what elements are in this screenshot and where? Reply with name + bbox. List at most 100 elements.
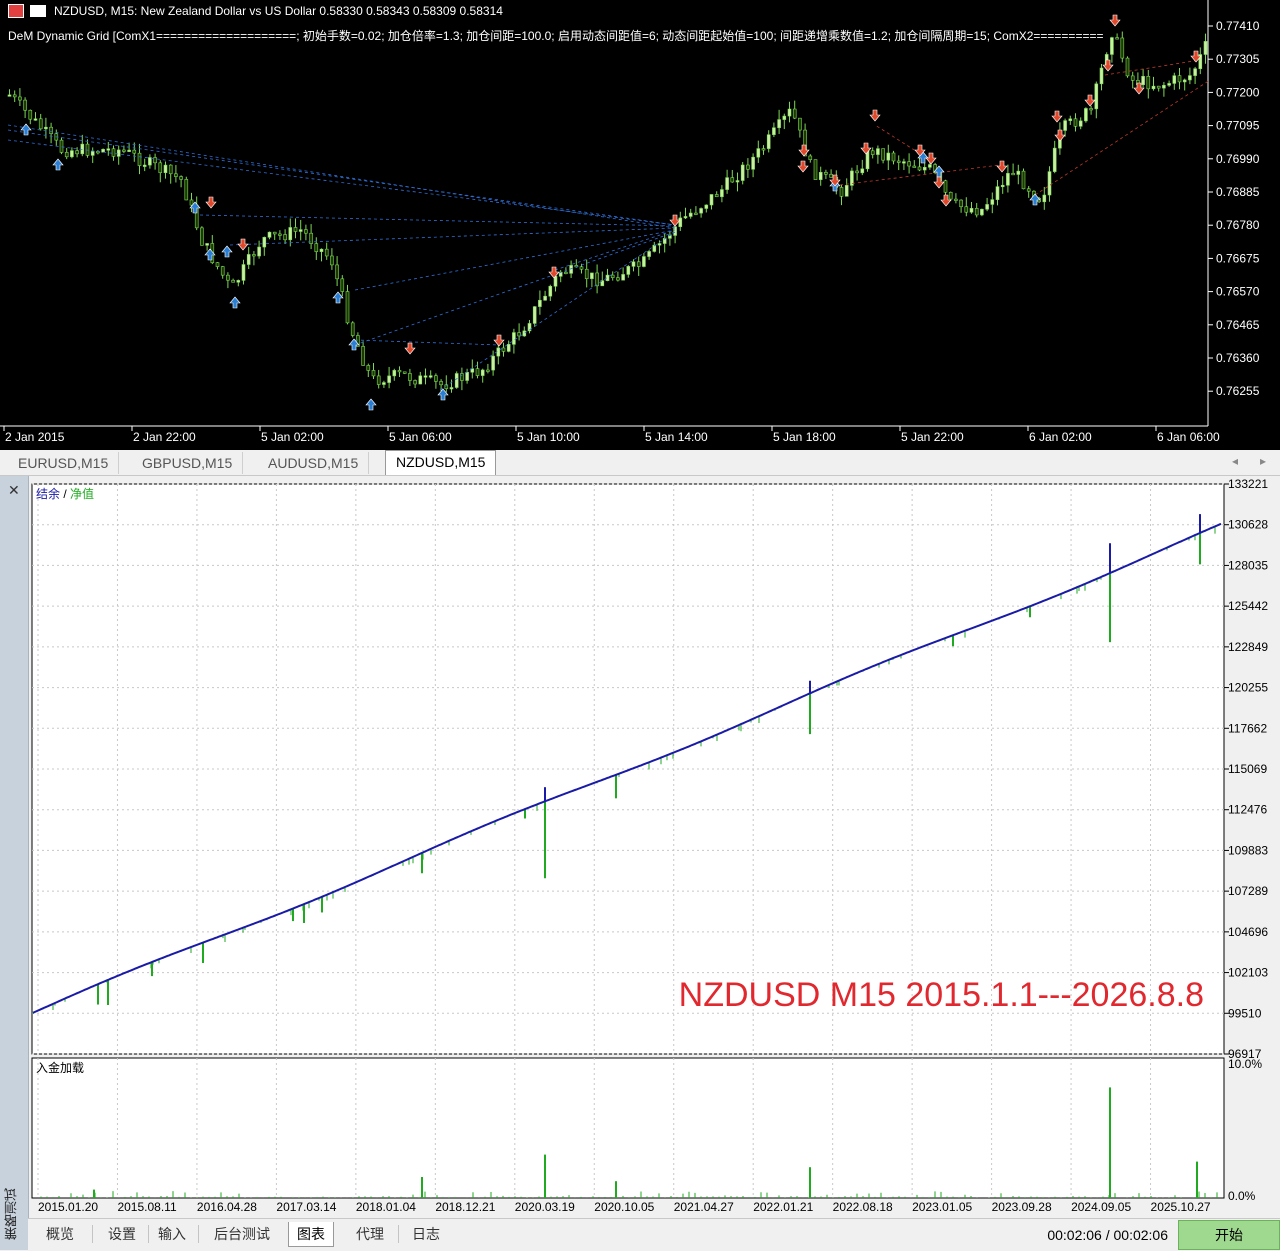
candle-body bbox=[720, 189, 724, 198]
candle-body bbox=[792, 108, 797, 119]
candle-body bbox=[148, 157, 152, 166]
candle-body bbox=[678, 217, 683, 228]
candle-body bbox=[1026, 188, 1031, 192]
candle-body bbox=[236, 280, 241, 283]
candle-body bbox=[1073, 118, 1078, 127]
tab-eurusd[interactable]: EURUSD,M15 bbox=[8, 452, 120, 474]
candle-body bbox=[844, 185, 849, 197]
buy-arrow-icon bbox=[1029, 193, 1041, 206]
candle-body bbox=[1063, 120, 1067, 131]
x-tick-label: 2023.09.28 bbox=[992, 1200, 1052, 1214]
tab-journal[interactable]: 日志 bbox=[404, 1222, 448, 1246]
tab-audusd[interactable]: AUDUSD,M15 bbox=[258, 452, 370, 474]
x-tick-label: 2018.01.04 bbox=[356, 1200, 416, 1214]
deposit-min-label: 0.0% bbox=[1228, 1189, 1256, 1203]
y-tick-label: 130628 bbox=[1228, 518, 1268, 532]
candle-body bbox=[881, 148, 885, 161]
candle-body bbox=[345, 291, 350, 324]
tab-scroll-right-icon[interactable]: ▸ bbox=[1260, 454, 1266, 468]
tab-gbpusd[interactable]: GBPUSD,M15 bbox=[132, 452, 244, 474]
candle-body bbox=[1052, 147, 1057, 172]
price-label: 0.76255 bbox=[1216, 384, 1260, 398]
candle-body bbox=[350, 322, 355, 336]
candle-body bbox=[1162, 85, 1166, 89]
sell-arrow-icon bbox=[237, 238, 249, 251]
candle-body bbox=[527, 323, 532, 332]
price-label: 0.76465 bbox=[1216, 318, 1260, 332]
time-label: 5 Jan 06:00 bbox=[389, 430, 452, 444]
buy-arrow-icon bbox=[221, 245, 233, 258]
x-tick-label: 2023.01.05 bbox=[912, 1200, 972, 1214]
trade-line bbox=[354, 339, 501, 346]
candle-body bbox=[200, 227, 204, 246]
candle-body bbox=[714, 194, 719, 198]
candle-body bbox=[283, 234, 287, 241]
candle-body bbox=[985, 204, 989, 210]
candle-body bbox=[808, 155, 813, 160]
time-label: 6 Jan 06:00 bbox=[1157, 430, 1220, 444]
candle-body bbox=[1089, 108, 1093, 111]
y-tick-label: 133221 bbox=[1228, 477, 1268, 491]
chart-trade-icon[interactable] bbox=[30, 5, 46, 17]
time-label: 2 Jan 2015 bbox=[5, 430, 65, 444]
candle-body bbox=[142, 164, 147, 167]
candle-body bbox=[595, 272, 599, 287]
trade-line bbox=[439, 231, 676, 391]
candle-body bbox=[1078, 120, 1083, 127]
chart-watermark: NZDUSD M15 2015.1.1---2026.8.8 bbox=[679, 976, 1204, 1014]
candle-body bbox=[382, 382, 386, 385]
tab-agents[interactable]: 代理 bbox=[348, 1222, 392, 1246]
candle-body bbox=[298, 229, 303, 232]
candle-body bbox=[579, 266, 584, 270]
deposit-plot-area bbox=[31, 1057, 1225, 1199]
price-chart[interactable]: 0.77410 0.77305 0.77200 0.77095 0.76990 0.768… bbox=[0, 0, 1280, 450]
candle-body bbox=[1000, 184, 1005, 188]
candle-body bbox=[75, 150, 79, 155]
close-icon[interactable]: ✕ bbox=[8, 482, 20, 499]
candle-body bbox=[548, 285, 553, 297]
candle-body bbox=[756, 148, 761, 158]
equity-chart[interactable]: 133221 130628 128035 125442 122849 120255 1176… bbox=[28, 476, 1280, 1218]
tab-overview[interactable]: 概览 bbox=[38, 1222, 82, 1246]
candle-body bbox=[246, 254, 251, 265]
tab-backtest[interactable]: 后台测试 bbox=[206, 1222, 278, 1246]
candle-body bbox=[980, 208, 984, 216]
tab-nzdusd[interactable]: NZDUSD,M15 bbox=[385, 450, 497, 475]
candle-body bbox=[964, 206, 969, 213]
candle-body bbox=[314, 243, 319, 252]
candle-body bbox=[1167, 83, 1171, 86]
candle-body bbox=[777, 119, 781, 129]
candle-body bbox=[735, 180, 740, 183]
buy-arrow-icon bbox=[52, 158, 64, 171]
tab-chart[interactable]: 图表 bbox=[288, 1222, 334, 1247]
candle-body bbox=[704, 204, 709, 209]
candle-body bbox=[1125, 57, 1130, 77]
tab-inputs[interactable]: 输入 bbox=[150, 1222, 194, 1246]
candle-body bbox=[1011, 173, 1015, 176]
x-tick-label: 2025.10.27 bbox=[1151, 1200, 1211, 1214]
candle-body bbox=[886, 152, 891, 161]
candle-body bbox=[813, 159, 818, 180]
candle-body bbox=[387, 375, 391, 383]
candle-body bbox=[491, 355, 495, 371]
candle-body bbox=[1156, 85, 1161, 89]
sell-arrow-icon bbox=[869, 109, 881, 122]
time-label: 2 Jan 22:00 bbox=[133, 430, 196, 444]
candle-body bbox=[64, 152, 69, 158]
price-chart-canvas[interactable]: 0.77410 0.77305 0.77200 0.77095 0.76990 0.768… bbox=[0, 0, 1280, 450]
candle-body bbox=[12, 94, 17, 98]
candle-body bbox=[699, 208, 703, 214]
price-label: 0.76675 bbox=[1216, 251, 1260, 265]
candle-body bbox=[694, 212, 698, 215]
chart-menu-icon[interactable] bbox=[8, 4, 24, 18]
candle-body bbox=[122, 149, 126, 152]
tab-settings[interactable]: 设置 bbox=[100, 1222, 144, 1246]
candle-body bbox=[907, 161, 911, 167]
candle-body bbox=[761, 148, 766, 151]
candle-body bbox=[158, 162, 163, 174]
start-button[interactable]: 开始 bbox=[1178, 1220, 1280, 1250]
candle-body bbox=[449, 387, 454, 390]
tab-scroll-left-icon[interactable]: ◂ bbox=[1232, 454, 1238, 468]
symbol-line: NZDUSD, M15: New Zealand Dollar vs US Do… bbox=[54, 4, 503, 18]
candle-body bbox=[683, 216, 688, 219]
